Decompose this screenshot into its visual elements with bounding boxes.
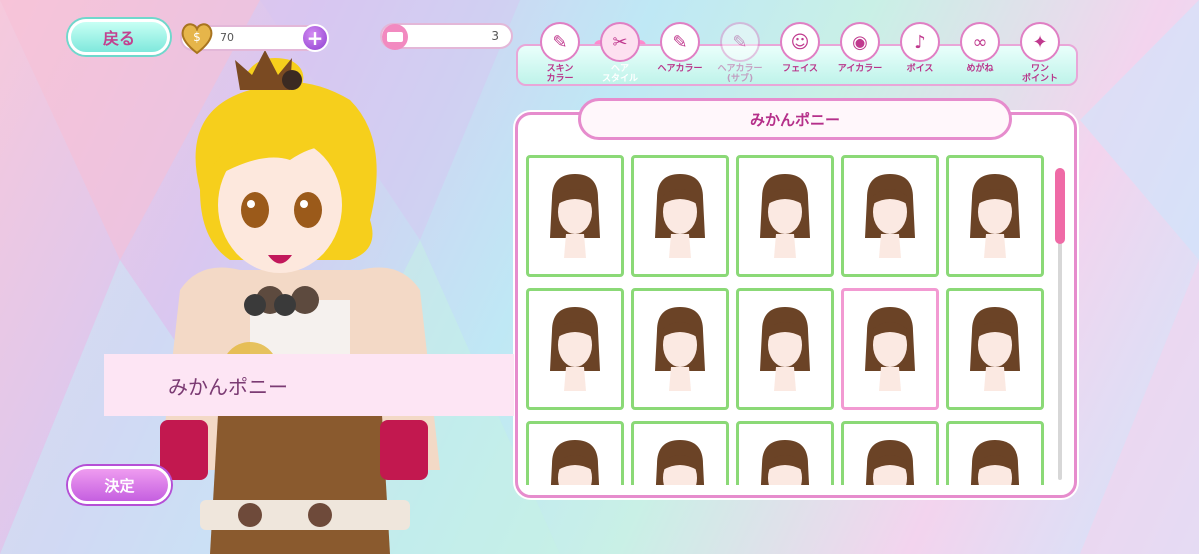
selected-name-banner: みかんポニー [104,354,514,416]
hairstyle-option-straight[interactable] [736,288,834,410]
hairstyle-thumbnail [550,174,600,258]
tab-label: フェイス [782,64,818,74]
hairstyle-option-twin-tail[interactable] [526,421,624,485]
tab-hair-color[interactable]: ✎ ヘアカラー [650,22,710,86]
hairstyle-thumbnail [760,307,810,391]
hairstyle-thumbnail [655,174,705,258]
hairstyle-thumbnail [550,307,600,391]
ticket-count: 3 [491,29,499,43]
tab-skin-color[interactable]: ✎ スキン カラー [530,22,590,86]
hairstyle-option-short-bob[interactable] [946,421,1044,485]
hairstyle-thumbnail [970,307,1020,391]
hairstyle-option-bob[interactable] [526,155,624,277]
hairstyle-thumbnail [865,440,915,485]
tab-label: めがね [966,64,994,74]
coin-count: 70 [220,31,234,44]
ticket-counter: 3 [380,23,513,50]
coin-counter: $ 70 + [180,23,329,55]
hairstyle-thumbnail [760,440,810,485]
hairstyle-option-half-up[interactable] [736,421,834,485]
hairstyle-option-short[interactable] [946,155,1044,277]
tab-label: ヘアカラー (サブ) [717,64,763,84]
tab-eye-color[interactable]: ◉ アイカラー [830,22,890,86]
hairstyle-option-flip[interactable] [526,288,624,410]
hairstyle-grid [526,155,1046,485]
hairstyle-thumbnail [655,307,705,391]
tab-hair-style[interactable]: ✂ ヘア スタイル [590,22,650,86]
tab-one-point[interactable]: ✦ ワン ポイント [1010,22,1070,86]
character-avatar [160,50,440,554]
tab-label: アイカラー [837,64,883,74]
hairstyle-option-mikan-pony[interactable] [841,288,939,410]
tab-label: ヘアカラー [657,64,703,74]
hairstyle-thumbnail [865,174,915,258]
panel-title: みかんポニー [578,98,1012,140]
hair-color-icon: ✎ [660,22,700,62]
back-button[interactable]: 戻る [68,19,170,55]
selected-hairstyle-name: みかんポニー [168,374,288,399]
skin-color-icon: ✎ [540,22,580,62]
hairstyle-thumbnail [970,174,1020,258]
hairstyle-thumbnail [760,174,810,258]
tab-label: ワン ポイント [1021,64,1058,84]
hairstyle-thumbnail [550,440,600,485]
tab-label: ヘア スタイル [601,64,638,84]
hairstyle-option-spiky[interactable] [631,421,729,485]
hairstyle-option-medium[interactable] [631,155,729,277]
tab-microphone[interactable]: ♪ ボイス [890,22,950,86]
one-point-icon: ✦ [1020,22,1060,62]
hairstyle-option-wave[interactable] [841,421,939,485]
tab-hair-color-sub[interactable]: ✎ ヘアカラー (サブ) [710,22,770,86]
coin-heart-icon: $ [181,23,213,55]
eye-color-icon: ◉ [840,22,880,62]
hairstyle-option-braid-band[interactable] [631,288,729,410]
glasses-icon: ∞ [960,22,1000,62]
tab-face[interactable]: ☺ フェイス [770,22,830,86]
hairstyle-option-double-bun[interactable] [736,155,834,277]
hair-color-sub-icon: ✎ [720,22,760,62]
add-coins-button[interactable]: + [301,24,329,52]
hair-style-icon: ✂ [600,22,640,62]
confirm-button[interactable]: 決定 [68,466,171,504]
hairstyle-option-side-pony[interactable] [841,155,939,277]
tab-label: スキン カラー [546,64,574,84]
scrollbar-thumb[interactable] [1055,168,1065,244]
face-icon: ☺ [780,22,820,62]
tab-glasses[interactable]: ∞ めがね [950,22,1010,86]
hairstyle-option-top-bun[interactable] [946,288,1044,410]
svg-text:$: $ [193,30,201,44]
ticket-icon [382,24,408,50]
tab-label: ボイス [906,64,934,74]
microphone-icon: ♪ [900,22,940,62]
hairstyle-thumbnail [655,440,705,485]
hairstyle-thumbnail [865,307,915,391]
hairstyle-thumbnail [970,440,1020,485]
